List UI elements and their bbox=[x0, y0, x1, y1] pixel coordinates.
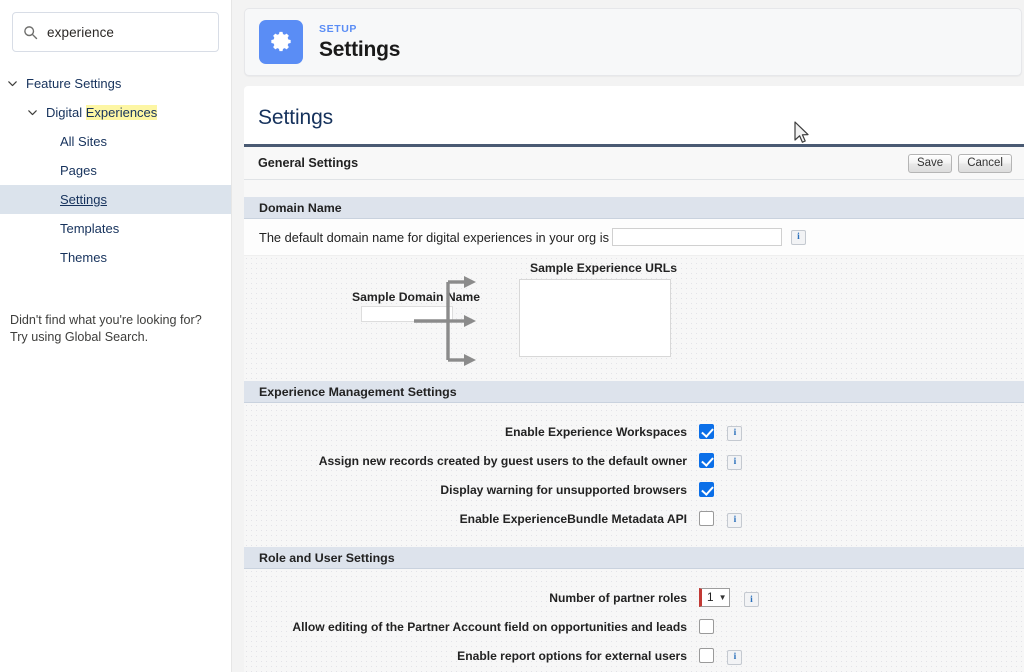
sample-urls-label: Sample Experience URLs bbox=[530, 261, 677, 275]
panel-header: General Settings Save Cancel bbox=[244, 147, 1024, 180]
general-settings-panel: General Settings Save Cancel Domain Name… bbox=[244, 144, 1024, 672]
hint-line-1: Didn't find what you're looking for? bbox=[10, 313, 202, 327]
table-row: Enable Experience Workspaces i bbox=[244, 417, 1024, 446]
checkbox-allow-partner-account-edit[interactable] bbox=[699, 618, 714, 634]
role-user-body: Number of partner roles 1 ▼ i Allow edit… bbox=[244, 569, 1024, 672]
table-row: Assign new records created by guest user… bbox=[244, 446, 1024, 475]
row-controls: i bbox=[699, 446, 1024, 475]
section-header-domain-name: Domain Name bbox=[244, 197, 1024, 219]
setup-sidebar: experience Feature Settings Digital Expe… bbox=[0, 0, 232, 672]
sidebar-item-label: Digital Experiences bbox=[46, 105, 158, 120]
row-label: Assign new records created by guest user… bbox=[318, 453, 687, 468]
info-icon[interactable]: i bbox=[743, 592, 759, 608]
panel-actions: Save Cancel bbox=[907, 153, 1012, 173]
experience-management-table: Enable Experience Workspaces i Assign ne… bbox=[244, 417, 1024, 533]
page-title: Settings bbox=[319, 37, 401, 61]
main-content: SETUP Settings Settings General Settings… bbox=[232, 0, 1024, 672]
gear-icon-glyph bbox=[271, 31, 291, 52]
section-header-experience-management: Experience Management Settings bbox=[244, 381, 1024, 403]
settings-content-card: Settings General Settings Save Cancel Do… bbox=[244, 86, 1024, 672]
row-label: Number of partner roles bbox=[549, 590, 687, 605]
row-controls: 1 ▼ i bbox=[699, 583, 1024, 612]
chevron-down-icon bbox=[28, 110, 37, 116]
sidebar-item-feature-settings[interactable]: Feature Settings bbox=[0, 69, 231, 98]
row-controls: i bbox=[699, 504, 1024, 533]
settings-page-heading: Settings bbox=[258, 106, 334, 129]
sidebar-item-label: Themes bbox=[60, 250, 107, 265]
info-icon[interactable]: i bbox=[727, 454, 743, 470]
setup-page-header: SETUP Settings bbox=[244, 8, 1022, 76]
table-row: Number of partner roles 1 ▼ i bbox=[244, 583, 1024, 612]
global-search-hint: Didn't find what you're looking for? Try… bbox=[0, 312, 231, 346]
info-icon[interactable]: i bbox=[727, 649, 743, 665]
select-value: 1 bbox=[707, 590, 714, 605]
sidebar-item-templates[interactable]: Templates bbox=[0, 214, 231, 243]
sidebar-item-all-sites[interactable]: All Sites bbox=[0, 127, 231, 156]
sidebar-item-settings[interactable]: Settings bbox=[0, 185, 231, 214]
domain-description: The default domain name for digital expe… bbox=[259, 229, 609, 245]
checkbox-enable-report-options-external[interactable] bbox=[699, 647, 714, 663]
sidebar-item-label: Settings bbox=[60, 192, 107, 207]
search-input[interactable]: experience bbox=[12, 12, 219, 52]
info-icon[interactable]: i bbox=[727, 512, 743, 528]
sidebar-item-label: All Sites bbox=[60, 134, 107, 149]
setup-tree: Feature Settings Digital Experiences All… bbox=[0, 69, 231, 272]
domain-diagram: Sample Domain Name Sample Experience URL… bbox=[244, 256, 1024, 381]
checkbox-display-browser-warning[interactable] bbox=[699, 481, 714, 497]
sidebar-item-themes[interactable]: Themes bbox=[0, 243, 231, 272]
row-label: Enable ExperienceBundle Metadata API bbox=[459, 511, 687, 526]
domain-name-row: The default domain name for digital expe… bbox=[244, 219, 1024, 256]
table-row: Enable report options for external users… bbox=[244, 641, 1024, 670]
table-row: Display warning for unsupported browsers bbox=[244, 475, 1024, 504]
sidebar-item-label: Templates bbox=[60, 221, 120, 236]
panel-title: General Settings bbox=[258, 156, 359, 170]
header-text-block: SETUP Settings bbox=[319, 24, 400, 60]
role-user-table: Number of partner roles 1 ▼ i Allow edit… bbox=[244, 583, 1024, 672]
chevron-down-icon bbox=[8, 81, 17, 87]
sample-urls-box bbox=[519, 279, 671, 357]
chevron-down-icon: ▼ bbox=[718, 592, 727, 602]
table-row: Enable ExperienceBundle Metadata API i bbox=[244, 504, 1024, 533]
row-label: Enable Experience Workspaces bbox=[505, 424, 687, 439]
checkbox-enable-experience-workspaces[interactable] bbox=[699, 423, 714, 439]
sidebar-item-pages[interactable]: Pages bbox=[0, 156, 231, 185]
panel-gap bbox=[244, 180, 1024, 197]
row-controls: i bbox=[699, 417, 1024, 446]
gear-icon bbox=[259, 20, 303, 64]
quick-find-wrap: experience bbox=[0, 12, 231, 52]
row-controls: i bbox=[699, 641, 1024, 670]
row-label: Allow editing of the Partner Account fie… bbox=[292, 619, 687, 634]
save-button[interactable]: Save bbox=[907, 153, 953, 173]
sidebar-item-digital-experiences[interactable]: Digital Experiences bbox=[0, 98, 231, 127]
info-icon[interactable]: i bbox=[727, 425, 743, 441]
search-match-highlight: Experiences bbox=[85, 105, 158, 120]
checkbox-assign-guest-records[interactable] bbox=[699, 452, 714, 468]
sidebar-item-label: Feature Settings bbox=[26, 76, 122, 91]
experience-management-body: Enable Experience Workspaces i Assign ne… bbox=[244, 403, 1024, 547]
app-root: experience Feature Settings Digital Expe… bbox=[0, 0, 1024, 672]
info-icon[interactable]: i bbox=[790, 229, 806, 245]
row-label: Enable report options for external users bbox=[457, 648, 687, 663]
row-controls bbox=[699, 475, 1024, 504]
table-row: Allow editing of the Partner Account fie… bbox=[244, 612, 1024, 641]
sidebar-item-label: Pages bbox=[60, 163, 97, 178]
search-input-value: experience bbox=[47, 24, 115, 40]
section-header-role-and-user: Role and User Settings bbox=[244, 547, 1024, 569]
hint-line-2: Try using Global Search. bbox=[10, 330, 149, 344]
search-icon bbox=[24, 25, 38, 39]
branch-arrow-icon bbox=[414, 276, 476, 366]
domain-name-field[interactable] bbox=[611, 228, 782, 246]
setup-eyebrow: SETUP bbox=[319, 23, 358, 36]
checkbox-experiencebundle-metadata-api[interactable] bbox=[699, 510, 714, 526]
select-number-of-partner-roles[interactable]: 1 ▼ bbox=[699, 587, 731, 607]
row-controls bbox=[699, 612, 1024, 641]
cancel-button[interactable]: Cancel bbox=[958, 153, 1012, 173]
row-label: Display warning for unsupported browsers bbox=[440, 482, 687, 497]
